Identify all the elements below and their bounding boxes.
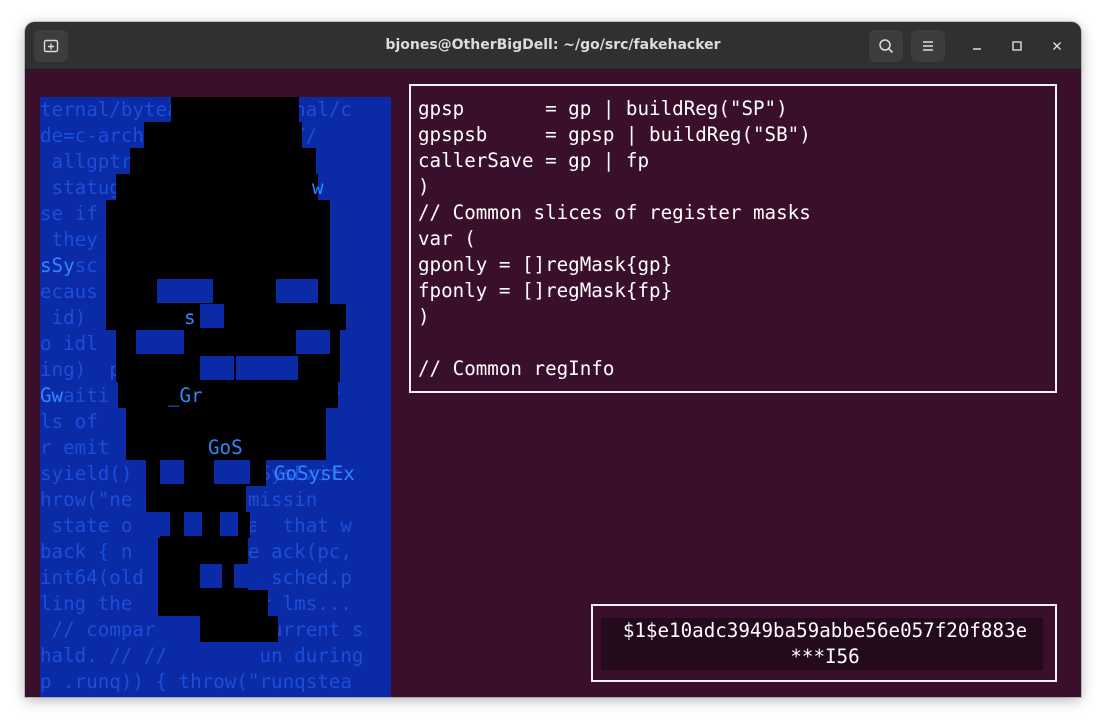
hash-panel: $1$e10adc3949ba59abbe56e057f20f883e ***I… xyxy=(591,604,1057,682)
highlight-word: GoS xyxy=(208,436,243,459)
close-button[interactable] xyxy=(1044,33,1070,59)
code-line: callerSave = gp | fp xyxy=(418,149,650,172)
hash-suffix: ***I56 xyxy=(790,645,860,668)
code-panel: gpsp = gp | buildReg("SP") gpspsb = gpsp … xyxy=(409,84,1057,393)
terminal-window: bjones@OtherBigDell: ~/go/src/fakehacker xyxy=(25,22,1081,697)
search-icon xyxy=(879,39,894,54)
code-line: ) xyxy=(418,175,430,198)
terminal-area[interactable]: ternal/bytealg" "internal/c de=c-archi s… xyxy=(25,70,1081,697)
highlight-word: sSy xyxy=(40,254,75,277)
code-lines: gpsp = gp | buildReg("SP") gpspsb = gpsp … xyxy=(418,96,811,382)
highlight-word: _Gr xyxy=(168,384,203,407)
skull-art xyxy=(106,97,346,642)
highlight-word: w xyxy=(312,176,324,199)
minimize-button[interactable] xyxy=(964,33,990,59)
code-line: fponly = []regMask{fp} xyxy=(418,279,673,302)
close-icon xyxy=(1053,42,1061,50)
code-line: ) xyxy=(418,305,430,328)
code-line: // Common regInfo xyxy=(418,357,615,380)
highlight-word: GoSysEx xyxy=(274,462,355,485)
highlight-word: s xyxy=(184,306,196,329)
code-line: gpspsb = gpsp | buildReg("SB") xyxy=(418,123,811,146)
search-button[interactable] xyxy=(869,30,903,62)
minimize-icon xyxy=(973,48,981,50)
hamburger-menu-icon xyxy=(923,41,933,51)
menu-button[interactable] xyxy=(911,30,945,62)
code-line: gponly = []regMask{gp} xyxy=(418,253,673,276)
maximize-button[interactable] xyxy=(1004,33,1030,59)
code-line: // Common slices of register masks xyxy=(418,201,811,224)
code-line: gpsp = gp | buildReg("SP") xyxy=(418,97,788,120)
hash-value: $1$e10adc3949ba59abbe56e057f20f883e xyxy=(622,619,1028,642)
code-line: var ( xyxy=(418,227,476,250)
maximize-icon xyxy=(1012,41,1022,51)
highlight-word: Gw xyxy=(40,384,64,407)
skull-ascii-panel: ternal/bytealg" "internal/c de=c-archi s… xyxy=(40,97,391,697)
title-bar: bjones@OtherBigDell: ~/go/src/fakehacker xyxy=(25,22,1081,70)
